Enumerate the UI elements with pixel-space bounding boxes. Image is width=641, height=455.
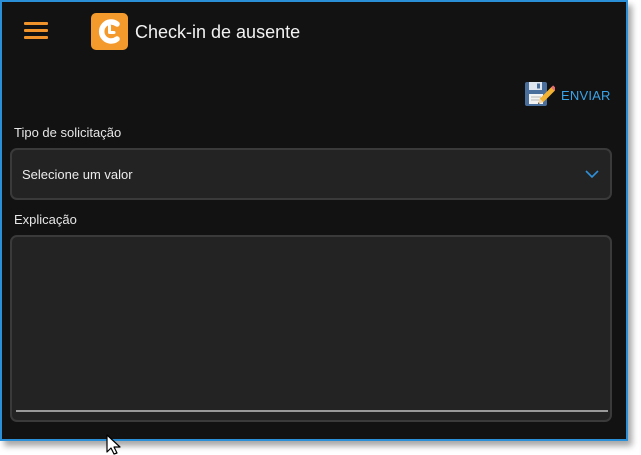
send-button-label: ENVIAR — [561, 87, 611, 103]
explanation-textarea[interactable] — [10, 235, 612, 422]
app-title: Check-in de ausente — [135, 22, 301, 42]
hamburger-menu-icon[interactable] — [24, 22, 48, 40]
mouse-pointer-icon — [106, 434, 121, 455]
chevron-down-icon — [585, 170, 599, 179]
textarea-underline — [16, 410, 608, 412]
app-bar: Check-in de ausente — [2, 2, 626, 64]
request-type-label: Tipo de solicitação — [14, 125, 122, 140]
explanation-label: Explicação — [14, 212, 77, 227]
app-window: Check-in de ausente ENVIAR Tipo de solic… — [0, 0, 628, 441]
request-type-value: Selecione um valor — [22, 167, 133, 182]
request-type-select[interactable]: Selecione um valor — [10, 148, 612, 200]
send-button[interactable]: ENVIAR — [523, 79, 611, 111]
app-logo-icon — [91, 13, 128, 50]
save-edit-icon — [525, 82, 555, 106]
